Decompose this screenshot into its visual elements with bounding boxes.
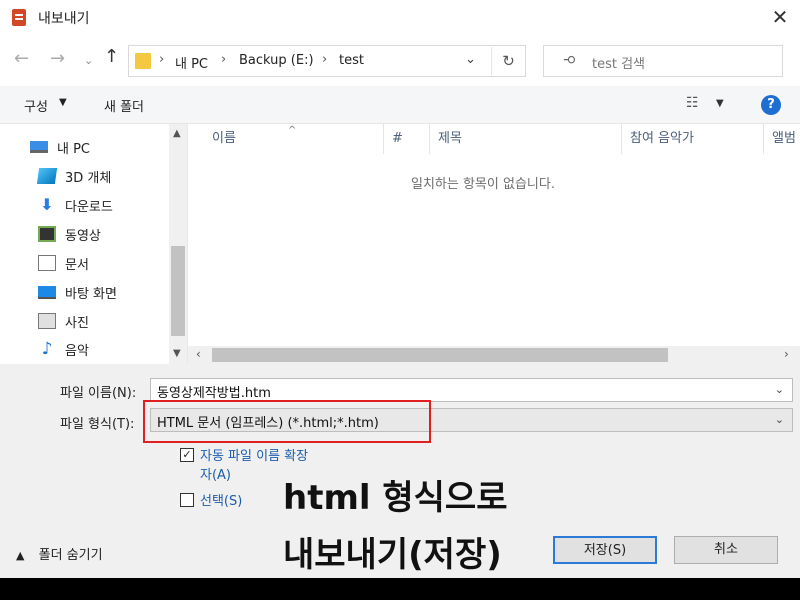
breadcrumb-separator: › [322,52,328,67]
sidebar-item-label: 바탕 화면 [65,286,117,302]
breadcrumb-separator: › [221,52,227,67]
breadcrumb-backup-drive[interactable]: Backup (E:) [239,53,314,68]
sidebar-item-this-pc[interactable]: 내 PC [30,135,90,159]
sidebar-item-label: 다운로드 [65,199,113,215]
computer-icon [30,141,48,153]
search-input[interactable]: ⚲ test 검색 [543,45,783,77]
desktop-icon [38,285,56,299]
refresh-icon[interactable]: ↻ [491,47,525,75]
scroll-right-icon[interactable]: › [784,347,789,361]
chevron-down-icon[interactable]: ⌄ [775,413,784,426]
annotation-line-2: 내보내기(저장) [283,535,502,575]
music-icon: ♪ [41,339,53,359]
filetype-label: 파일 형식(T): [60,417,135,432]
column-header-album[interactable]: 앨범 [764,124,800,154]
sidebar-item-desktop[interactable]: 바탕 화면 [38,280,117,304]
export-dialog: 내보내기 ✕ ← → ⌄ ↑ › 내 PC › Backup (E:) › te… [0,0,800,578]
download-icon: ⬇ [40,195,54,214]
caret-down-icon[interactable]: ▼ [716,98,724,109]
view-options-icon[interactable]: ☷ [686,95,699,111]
app-icon [12,9,26,26]
scroll-down-icon[interactable]: ▼ [173,348,181,359]
hide-folders-toggle[interactable]: ▲ 폴더 숨기기 [16,544,103,563]
address-bar[interactable]: › 내 PC › Backup (E:) › test ⌄ ↻ [128,45,526,77]
sidebar-item-3d-objects[interactable]: 3D 개체 [36,164,112,188]
sidebar-item-videos[interactable]: 동영상 [38,222,101,246]
recent-locations-icon[interactable]: ⌄ [84,52,93,70]
auto-extension-label-continued[interactable]: 자(A) [200,464,231,483]
sidebar-item-label: 문서 [65,257,89,273]
sidebar-item-label: 음악 [65,343,89,359]
hide-folders-label: 폴더 숨기기 [38,548,103,563]
breadcrumb-test[interactable]: test [339,53,364,68]
sidebar-item-pictures[interactable]: 사진 [38,309,89,333]
selection-checkbox[interactable] [180,493,194,507]
filename-value: 동영상제작방법.htm [157,386,271,401]
sidebar-item-label: 내 PC [57,141,91,157]
bottom-band [0,578,800,600]
auto-extension-label[interactable]: 자동 파일 이름 확장 [200,445,308,464]
filename-label: 파일 이름(N): [60,386,137,401]
column-header-number[interactable]: # [384,124,430,154]
search-placeholder: test 검색 [592,57,646,72]
cancel-button[interactable]: 취소 [674,536,778,564]
navigation-bar: ← → ⌄ ↑ › 내 PC › Backup (E:) › test ⌄ ↻ … [0,34,800,86]
organize-button[interactable]: 구성 [24,96,48,115]
annotation-line-1: html 형식으로 [283,478,508,518]
close-button[interactable]: ✕ [762,2,798,32]
scrollbar-thumb[interactable] [171,246,185,336]
title-bar: 내보내기 ✕ [0,0,800,34]
filename-field[interactable]: 동영상제작방법.htm ⌄ [150,378,793,402]
command-toolbar: 구성 ▼ 새 폴더 ☷ ▼ ? [0,86,800,124]
breadcrumb-this-pc[interactable]: 내 PC [175,53,208,72]
column-label: 이름 [212,131,236,146]
new-folder-button[interactable]: 새 폴더 [104,96,144,115]
horizontal-scrollbar[interactable]: ‹ › [188,346,800,364]
sidebar-item-music[interactable]: ♪ 음악 [38,337,89,361]
sidebar-item-downloads[interactable]: ⬇ 다운로드 [38,193,113,217]
up-arrow-icon[interactable]: ↑ [104,48,119,66]
sort-ascending-icon: ^ [288,125,297,136]
scrollbar-thumb[interactable] [212,348,668,362]
sidebar-item-label: 사진 [65,315,89,331]
picture-icon [38,313,56,329]
chevron-down-icon[interactable]: ⌄ [775,383,784,396]
column-header-artist[interactable]: 참여 음악가 [622,124,764,154]
help-icon[interactable]: ? [761,95,781,115]
back-arrow-icon[interactable]: ← [14,50,29,68]
navigation-pane: 내 PC 3D 개체 ⬇ 다운로드 동영상 문서 바탕 화면 사진 ♪ 음악 ▲… [0,124,188,364]
caret-down-icon: ▼ [59,97,67,108]
highlight-box [143,400,431,443]
video-icon [38,226,56,242]
sidebar-item-documents[interactable]: 문서 [38,251,89,275]
cube-icon [36,168,58,184]
save-button[interactable]: 저장(S) [553,536,657,564]
auto-extension-checkbox[interactable]: ✓ [180,448,194,462]
document-icon [38,255,56,271]
chevron-up-icon: ▲ [16,549,25,562]
folder-icon [135,53,151,69]
sidebar-item-label: 3D 개체 [65,170,112,186]
column-header-title[interactable]: 제목 [430,124,622,154]
column-header-name[interactable]: 이름 ^ [188,124,384,154]
empty-message: 일치하는 항목이 없습니다. [411,177,555,192]
vertical-scrollbar[interactable]: ▲ ▼ [169,124,187,364]
breadcrumb-separator: › [159,52,165,67]
scroll-up-icon[interactable]: ▲ [173,128,181,139]
forward-arrow-icon[interactable]: → [50,50,65,68]
scroll-left-icon[interactable]: ‹ [196,347,201,361]
window-title: 내보내기 [38,11,90,27]
sidebar-item-label: 동영상 [65,228,101,244]
chevron-down-icon[interactable]: ⌄ [465,52,476,67]
file-list: 이름 ^ # 제목 참여 음악가 앨범 일치하는 항목이 없습니다. ‹ › [188,124,800,364]
search-icon: ⚲ [561,54,577,65]
selection-label[interactable]: 선택(S) [200,490,242,509]
